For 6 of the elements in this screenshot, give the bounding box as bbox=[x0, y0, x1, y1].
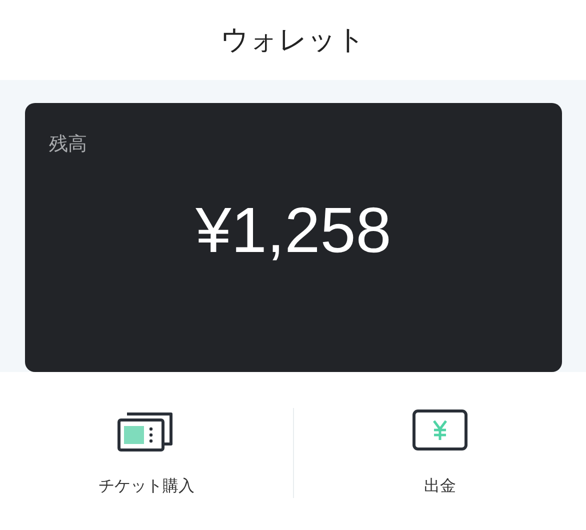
banknote-icon bbox=[412, 408, 468, 452]
withdraw-button[interactable]: 出金 bbox=[294, 408, 586, 498]
balance-amount: ¥1,258 bbox=[196, 193, 392, 267]
balance-label: 残高 bbox=[49, 132, 87, 157]
page-title: ウォレット bbox=[220, 22, 366, 58]
buy-ticket-button[interactable]: チケット購入 bbox=[0, 408, 292, 498]
